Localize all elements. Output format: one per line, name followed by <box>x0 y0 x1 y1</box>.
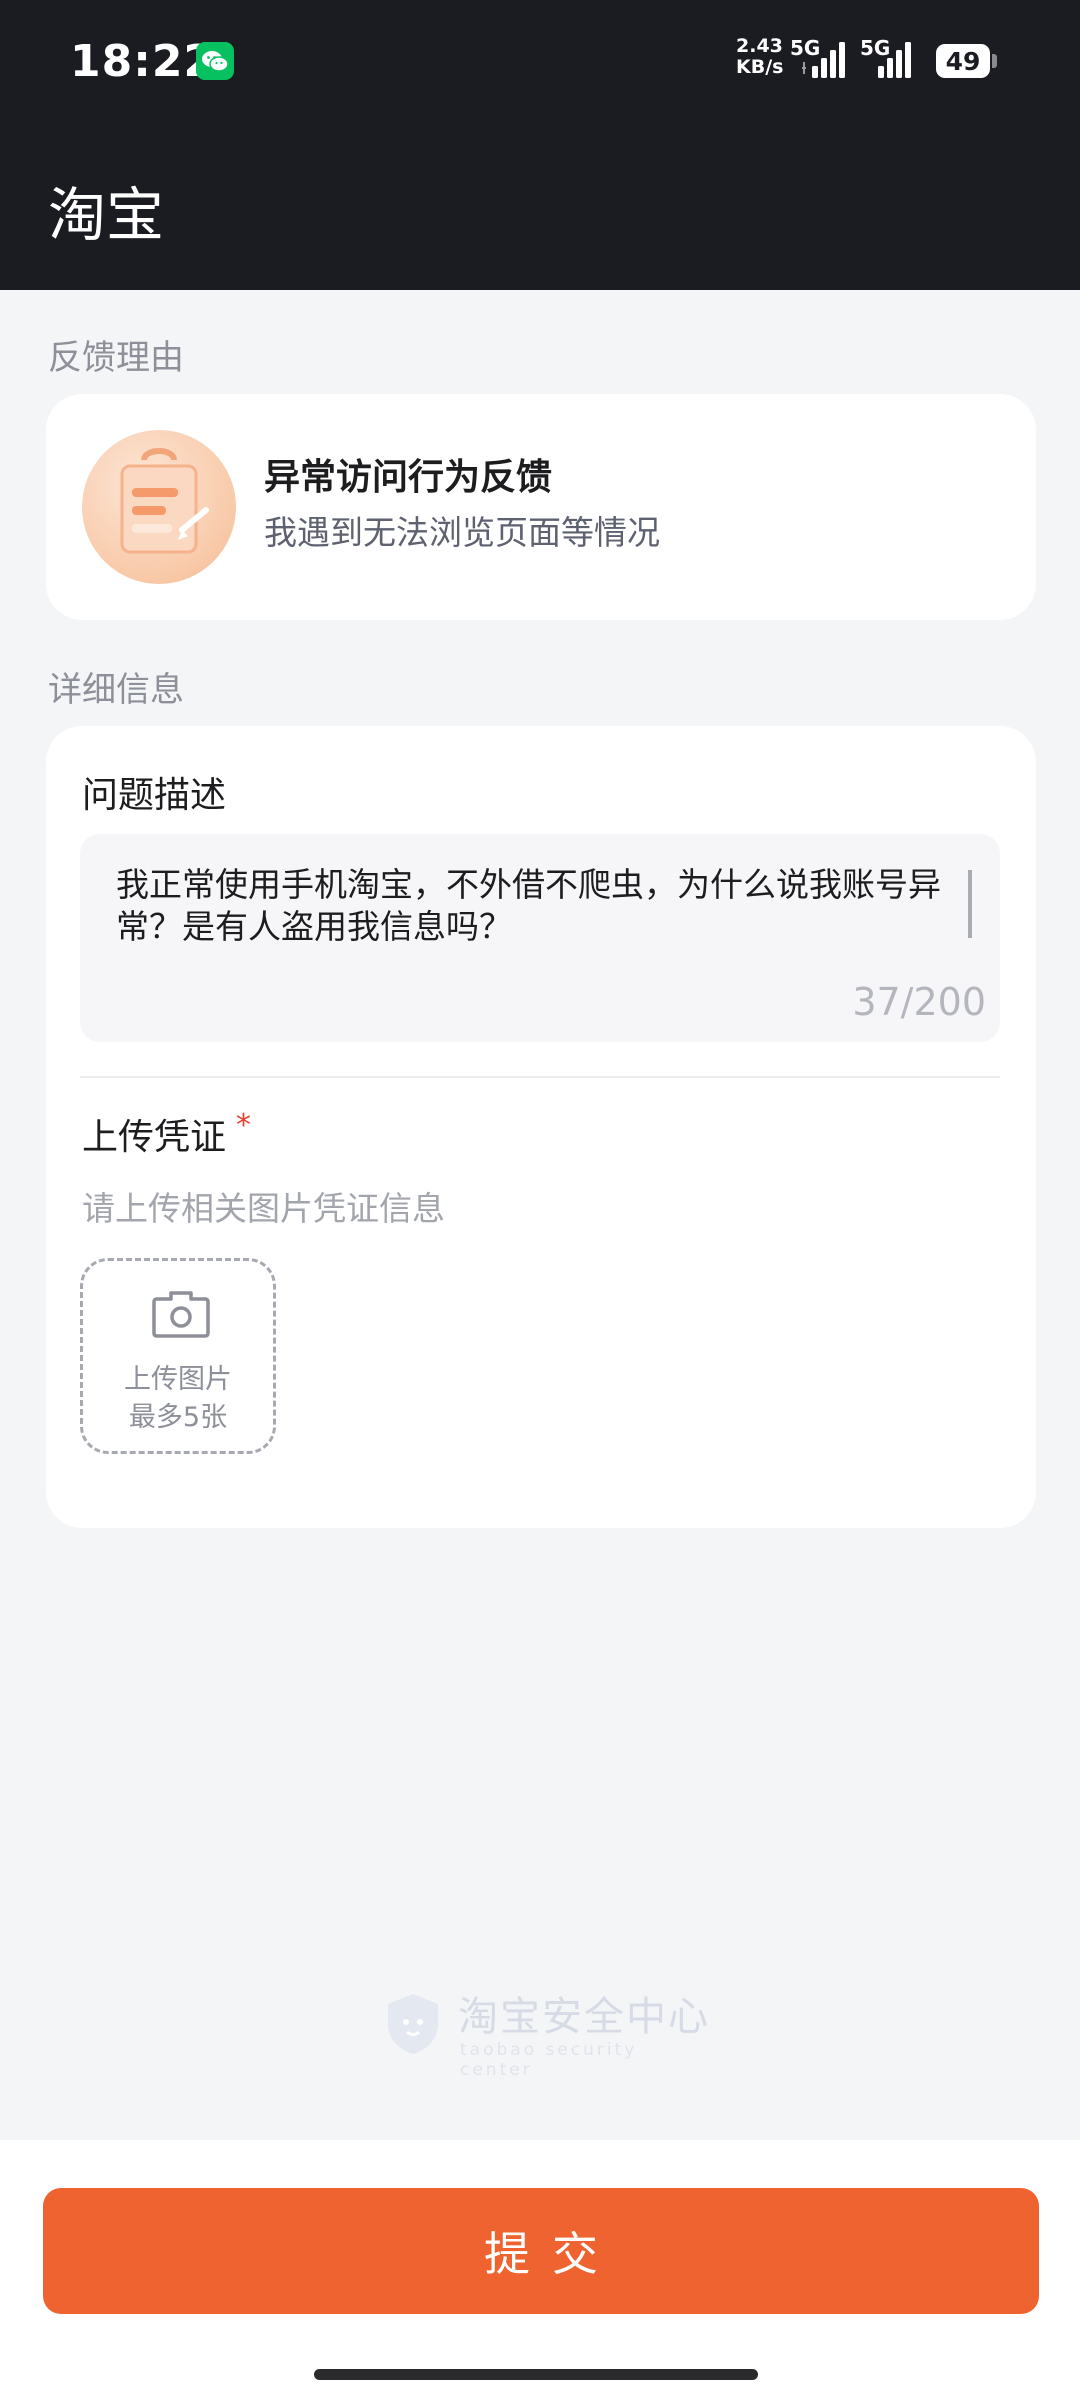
submit-button[interactable]: 提交 <box>43 2188 1039 2314</box>
shopping-bag-icon <box>82 430 236 584</box>
status-time: 18:22 <box>70 36 216 87</box>
divider <box>80 1076 1000 1078</box>
network-speed: 2.43 KB/s <box>736 35 784 78</box>
wechat-icon <box>196 42 234 80</box>
char-counter: 37/200 <box>852 980 986 1024</box>
battery-icon: 49 <box>936 44 997 78</box>
description-text: 我正常使用手机淘宝，不外借不爬虫，为什么说我账号异常？是有人盗用我信息吗？ <box>116 865 941 946</box>
upload-limit-label: 最多5张 <box>128 1402 228 1433</box>
battery-level: 49 <box>936 44 990 78</box>
home-indicator[interactable] <box>314 2369 758 2380</box>
text-caret <box>968 870 972 938</box>
watermark-subtitle: taobao security center <box>460 2040 638 2080</box>
page-title: 淘宝 <box>48 181 165 249</box>
feedback-reason-card[interactable]: 异常访问行为反馈 我遇到无法浏览页面等情况 <box>46 394 1036 620</box>
signal-strength-1: 5G <box>790 36 854 80</box>
upload-button-label: 上传图片 <box>124 1364 232 1395</box>
feedback-reason-title: 异常访问行为反馈 <box>264 457 553 498</box>
security-center-watermark: 淘宝安全中心 taobao security center <box>382 1990 712 2080</box>
bottom-action-bar: 提交 <box>0 2140 1080 2403</box>
required-mark: * <box>236 1108 252 1143</box>
watermark-title: 淘宝安全中心 <box>458 1994 710 2040</box>
feedback-reason-subtitle: 我遇到无法浏览页面等情况 <box>264 513 660 552</box>
top-bar: 18:22 2.43 KB/s 5G 5G 49 淘宝 <box>0 0 1080 290</box>
details-card: 问题描述 我正常使用手机淘宝，不外借不爬虫，为什么说我账号异常？是有人盗用我信息… <box>46 726 1036 1528</box>
description-textarea[interactable]: 我正常使用手机淘宝，不外借不爬虫，为什么说我账号异常？是有人盗用我信息吗？ 37… <box>80 834 1000 1042</box>
upload-image-button[interactable]: 上传图片 最多5张 <box>80 1258 276 1454</box>
signal-bars-icon <box>802 42 845 78</box>
upload-label: 上传凭证 * <box>82 1108 252 1158</box>
upload-hint: 请上传相关图片凭证信息 <box>82 1189 445 1228</box>
feedback-reason-label: 反馈理由 <box>48 338 184 378</box>
signal-bars-icon <box>878 42 911 78</box>
camera-icon <box>152 1291 210 1338</box>
details-section-label: 详细信息 <box>48 670 184 710</box>
signal-strength-2: 5G <box>860 36 926 80</box>
description-label: 问题描述 <box>82 775 227 816</box>
shield-icon <box>388 1994 438 2054</box>
